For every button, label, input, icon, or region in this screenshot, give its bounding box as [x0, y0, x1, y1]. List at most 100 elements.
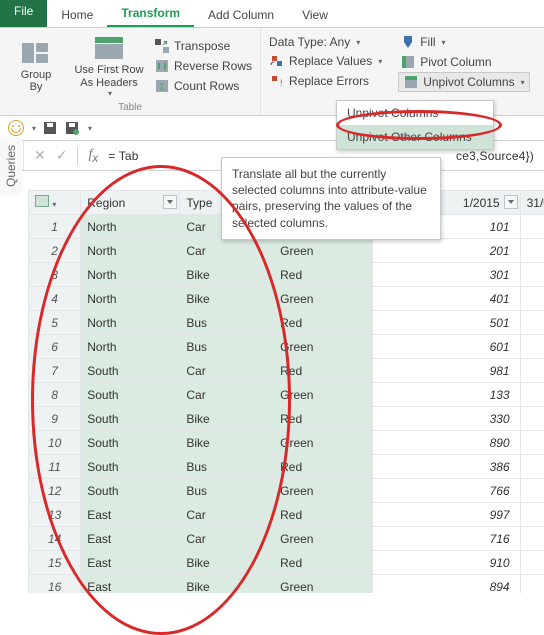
feedback-caret[interactable]: ▾: [32, 124, 36, 133]
cell-region[interactable]: South: [81, 407, 180, 431]
cell-v2[interactable]: 524: [520, 575, 544, 594]
cell-type[interactable]: Bike: [180, 431, 274, 455]
row-number[interactable]: 9: [29, 407, 81, 431]
table-row[interactable]: 4NorthBikeGreen401402: [29, 287, 544, 311]
cell-type[interactable]: Bike: [180, 263, 274, 287]
cell-region[interactable]: South: [81, 455, 180, 479]
table-row[interactable]: 11SouthBusRed386948: [29, 455, 544, 479]
formula-commit-icon[interactable]: ✓: [56, 147, 68, 164]
cell-colour[interactable]: Red: [274, 407, 373, 431]
cell-type[interactable]: Bus: [180, 479, 274, 503]
cell-region[interactable]: South: [81, 383, 180, 407]
cell-colour[interactable]: Green: [274, 383, 373, 407]
cell-v2[interactable]: 910: [520, 407, 544, 431]
data-type-button[interactable]: Data Type: Any▾: [267, 33, 384, 51]
replace-values-button[interactable]: Replace Values▾: [267, 51, 384, 71]
cell-v2[interactable]: 426: [520, 431, 544, 455]
cell-type[interactable]: Car: [180, 359, 274, 383]
save-icon[interactable]: [42, 120, 58, 136]
cell-v1[interactable]: 766: [373, 479, 520, 503]
cell-v2[interactable]: 102: [520, 215, 544, 239]
fx-icon[interactable]: fx: [88, 147, 98, 165]
cell-colour[interactable]: Red: [274, 311, 373, 335]
cell-region[interactable]: North: [81, 215, 180, 239]
row-number[interactable]: 1: [29, 215, 81, 239]
cell-colour[interactable]: Green: [274, 575, 373, 594]
cell-v2[interactable]: 302: [520, 263, 544, 287]
row-number[interactable]: 15: [29, 551, 81, 575]
cell-type[interactable]: Bike: [180, 575, 274, 594]
cell-v1[interactable]: 501: [373, 311, 520, 335]
row-number[interactable]: 10: [29, 431, 81, 455]
row-number[interactable]: 11: [29, 455, 81, 479]
row-number[interactable]: 8: [29, 383, 81, 407]
row-number[interactable]: 4: [29, 287, 81, 311]
cell-region[interactable]: South: [81, 431, 180, 455]
cell-type[interactable]: Bus: [180, 311, 274, 335]
filter-icon[interactable]: [504, 195, 518, 209]
formula-cancel-icon[interactable]: ✕: [34, 147, 46, 164]
tab-add-column[interactable]: Add Column: [194, 3, 288, 27]
cell-region[interactable]: North: [81, 311, 180, 335]
cell-colour[interactable]: Red: [274, 455, 373, 479]
cell-v1[interactable]: 981: [373, 359, 520, 383]
cell-v2[interactable]: 402: [520, 287, 544, 311]
formula-text-left[interactable]: = Tab: [108, 149, 138, 163]
pivot-button[interactable]: Pivot Column: [398, 52, 529, 72]
cell-region[interactable]: South: [81, 359, 180, 383]
row-number[interactable]: 13: [29, 503, 81, 527]
cell-v1[interactable]: 301: [373, 263, 520, 287]
cell-colour[interactable]: Green: [274, 335, 373, 359]
cell-region[interactable]: North: [81, 239, 180, 263]
table-row[interactable]: 16EastBikeGreen894524: [29, 575, 544, 594]
data-grid[interactable]: ▾ Region Type 1/2015 31/03/2 1NorthCarRe…: [28, 190, 544, 593]
cell-v2[interactable]: 298: [520, 551, 544, 575]
filter-icon[interactable]: [163, 195, 177, 209]
cell-type[interactable]: Bus: [180, 335, 274, 359]
cell-v1[interactable]: 386: [373, 455, 520, 479]
table-row[interactable]: 9SouthBikeRed330910: [29, 407, 544, 431]
cell-type[interactable]: Bike: [180, 551, 274, 575]
unpivot-button[interactable]: Unpivot Columns▾: [398, 72, 529, 92]
row-number[interactable]: 14: [29, 527, 81, 551]
cell-v1[interactable]: 716: [373, 527, 520, 551]
cell-colour[interactable]: Green: [274, 239, 373, 263]
table-row[interactable]: 15EastBikeRed910298: [29, 551, 544, 575]
cell-region[interactable]: East: [81, 575, 180, 594]
cell-v2[interactable]: 602: [520, 335, 544, 359]
cell-region[interactable]: East: [81, 551, 180, 575]
replace-errors-button[interactable]: !Replace Errors: [267, 71, 384, 91]
table-row[interactable]: 5NorthBusRed501502: [29, 311, 544, 335]
cell-colour[interactable]: Red: [274, 263, 373, 287]
cell-colour[interactable]: Red: [274, 503, 373, 527]
cell-v2[interactable]: 394: [520, 527, 544, 551]
queries-pane-tab[interactable]: Queries: [0, 137, 22, 195]
table-row[interactable]: 10SouthBikeGreen890426: [29, 431, 544, 455]
cell-colour[interactable]: Red: [274, 551, 373, 575]
cell-colour[interactable]: Green: [274, 287, 373, 311]
select-all-corner[interactable]: ▾: [29, 191, 81, 215]
cell-v2[interactable]: 502: [520, 311, 544, 335]
use-first-row-button[interactable]: Use First Row As Headers▾: [70, 32, 148, 100]
row-number[interactable]: 16: [29, 575, 81, 594]
cell-v2[interactable]: 412: [520, 479, 544, 503]
cell-type[interactable]: Car: [180, 527, 274, 551]
tab-view[interactable]: View: [288, 3, 342, 27]
cell-v1[interactable]: 330: [373, 407, 520, 431]
cell-region[interactable]: South: [81, 479, 180, 503]
table-row[interactable]: 3NorthBikeRed301302: [29, 263, 544, 287]
cell-region[interactable]: East: [81, 503, 180, 527]
fill-button[interactable]: Fill▾: [398, 32, 529, 52]
cell-v2[interactable]: 844: [520, 503, 544, 527]
feedback-icon[interactable]: [8, 120, 24, 136]
row-number[interactable]: 2: [29, 239, 81, 263]
cell-colour[interactable]: Green: [274, 431, 373, 455]
cell-v1[interactable]: 601: [373, 335, 520, 359]
cell-type[interactable]: Bus: [180, 455, 274, 479]
row-number[interactable]: 5: [29, 311, 81, 335]
tab-home[interactable]: Home: [47, 3, 107, 27]
cell-v1[interactable]: 133: [373, 383, 520, 407]
table-row[interactable]: 2NorthCarGreen201202: [29, 239, 544, 263]
cell-region[interactable]: North: [81, 335, 180, 359]
menu-unpivot-other-columns[interactable]: Unpivot Other Columns: [337, 125, 493, 149]
